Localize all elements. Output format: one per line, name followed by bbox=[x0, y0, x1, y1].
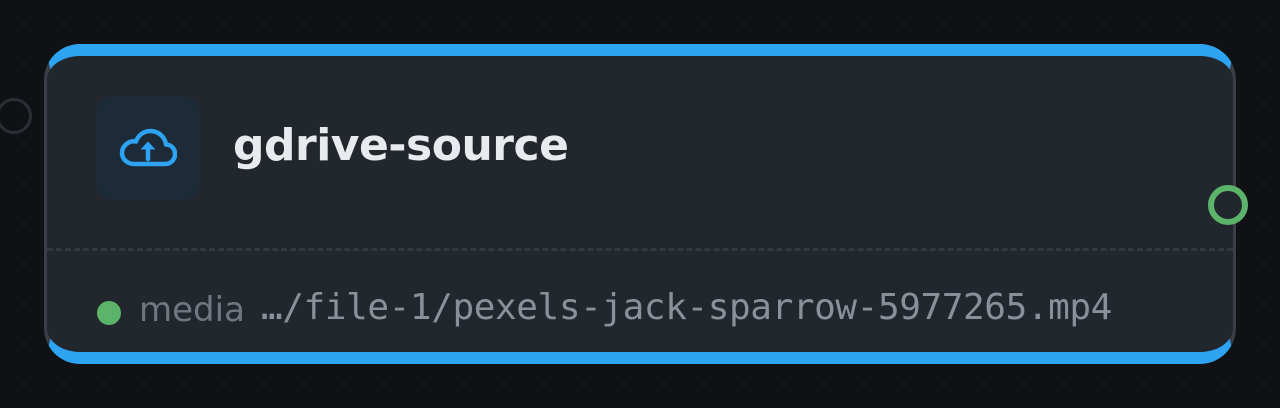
cloud-upload-icon bbox=[119, 128, 177, 167]
status-dot bbox=[97, 301, 121, 325]
output-port-handle[interactable] bbox=[1208, 185, 1248, 225]
node-header: gdrive-source bbox=[47, 56, 1233, 250]
node-icon-tile bbox=[96, 96, 200, 200]
node-output-row: media …/file-1/pexels-jack-sparrow-59772… bbox=[47, 278, 1233, 338]
node-divider bbox=[47, 248, 1233, 251]
gdrive-source-node[interactable]: gdrive-source media …/file-1/pexels-jack… bbox=[44, 44, 1236, 364]
output-type-label: media bbox=[139, 290, 245, 330]
input-port-handle[interactable] bbox=[0, 98, 32, 134]
node-title: gdrive-source bbox=[233, 120, 569, 171]
workflow-canvas[interactable]: gdrive-source media …/file-1/pexels-jack… bbox=[0, 0, 1280, 408]
output-file-path: …/file-1/pexels-jack-sparrow-5977265.mp4 bbox=[261, 287, 1112, 328]
